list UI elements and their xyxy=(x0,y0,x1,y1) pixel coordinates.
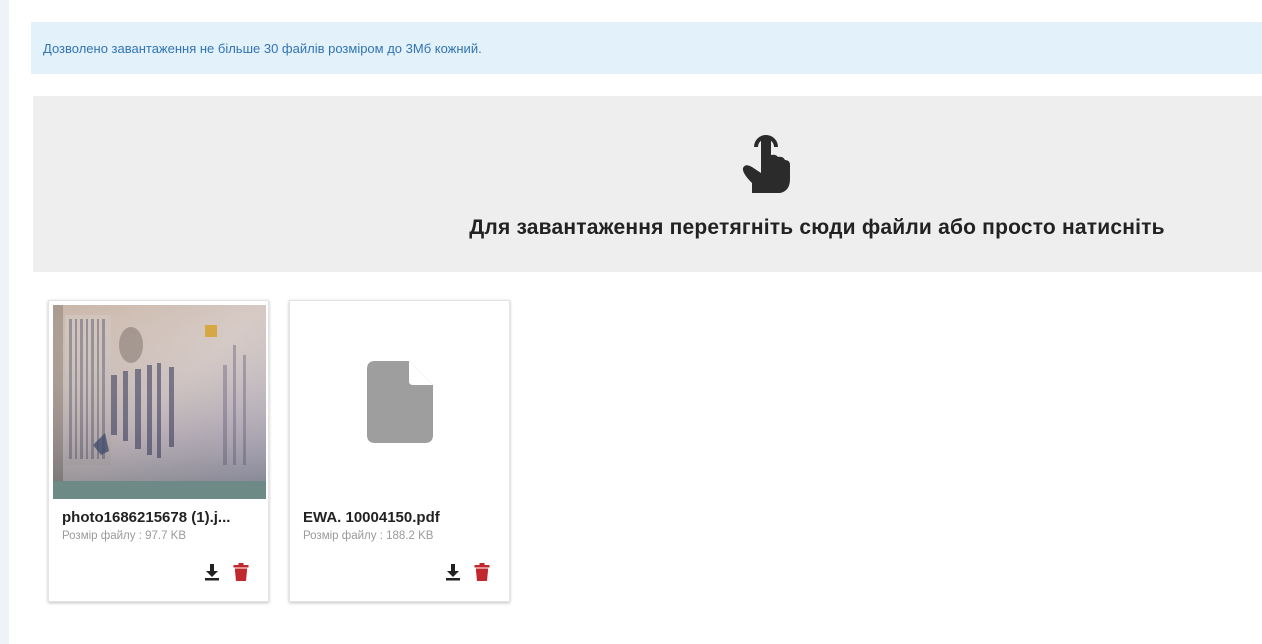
file-size-value: 97.7 KB xyxy=(145,530,187,542)
file-size: Розмір файлу :97.7 KB xyxy=(62,530,186,542)
file-name: EWA. 10004150.pdf xyxy=(303,509,440,526)
file-actions xyxy=(204,563,249,581)
file-size-label: Розмір файлу : xyxy=(303,530,383,542)
dropzone-instructions: Для завантаження перетягніть сюди файли … xyxy=(469,216,1165,239)
delete-icon[interactable] xyxy=(233,563,249,581)
uploaded-files-list: photo1686215678 (1).j... Розмір файлу :9… xyxy=(48,300,510,602)
file-dropzone[interactable]: Для завантаження перетягніть сюди файли … xyxy=(33,96,1262,272)
file-size-label: Розмір файлу : xyxy=(62,530,142,542)
file-card: photo1686215678 (1).j... Розмір файлу :9… xyxy=(48,300,269,602)
delete-icon[interactable] xyxy=(474,563,490,581)
file-size-value: 188.2 KB xyxy=(386,530,434,542)
file-size: Розмір файлу :188.2 KB xyxy=(303,530,433,542)
file-actions xyxy=(445,563,490,581)
upload-page: Дозволено завантаження не більше 30 файл… xyxy=(0,0,1262,644)
file-card: EWA. 10004150.pdf Розмір файлу :188.2 KB xyxy=(289,300,510,602)
upload-limit-text: Дозволено завантаження не більше 30 файл… xyxy=(43,40,482,56)
file-icon[interactable] xyxy=(367,361,433,443)
download-icon[interactable] xyxy=(445,563,461,581)
upload-limit-notice: Дозволено завантаження не більше 30 файл… xyxy=(31,22,1262,74)
hand-pointer-icon xyxy=(742,135,790,193)
file-name: photo1686215678 (1).j... xyxy=(62,509,231,526)
photo-thumbnail-image xyxy=(53,305,266,499)
photo-thumbnail[interactable] xyxy=(53,305,266,499)
download-icon[interactable] xyxy=(204,563,220,581)
